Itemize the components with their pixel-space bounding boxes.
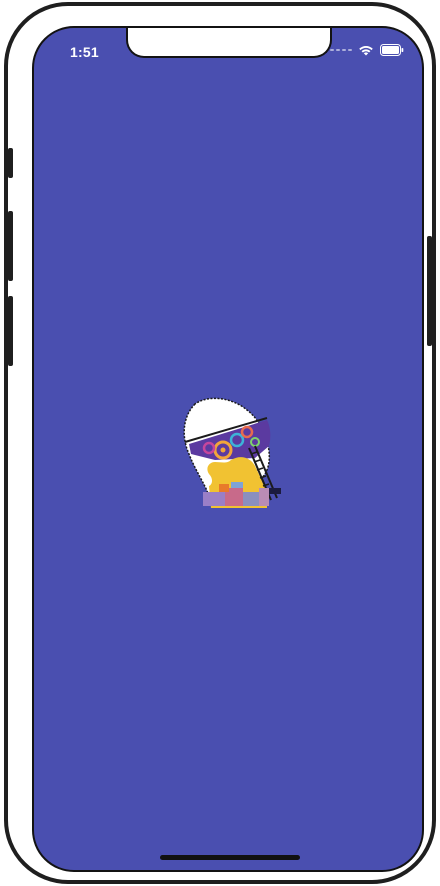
status-time: 1:51 — [70, 44, 99, 60]
power-button — [427, 236, 432, 346]
battery-icon — [380, 44, 404, 56]
status-icons — [330, 44, 404, 56]
home-indicator[interactable] — [160, 855, 300, 860]
signal-dots-icon — [330, 49, 352, 51]
phone-frame: 1:51 — [4, 2, 436, 884]
splash-screen: 1:51 — [32, 26, 424, 872]
notch — [126, 28, 332, 58]
volume-down-button — [8, 296, 13, 366]
mute-switch — [8, 148, 13, 178]
volume-up-button — [8, 211, 13, 281]
wifi-icon — [358, 44, 374, 56]
head-gears-logo — [175, 388, 287, 510]
